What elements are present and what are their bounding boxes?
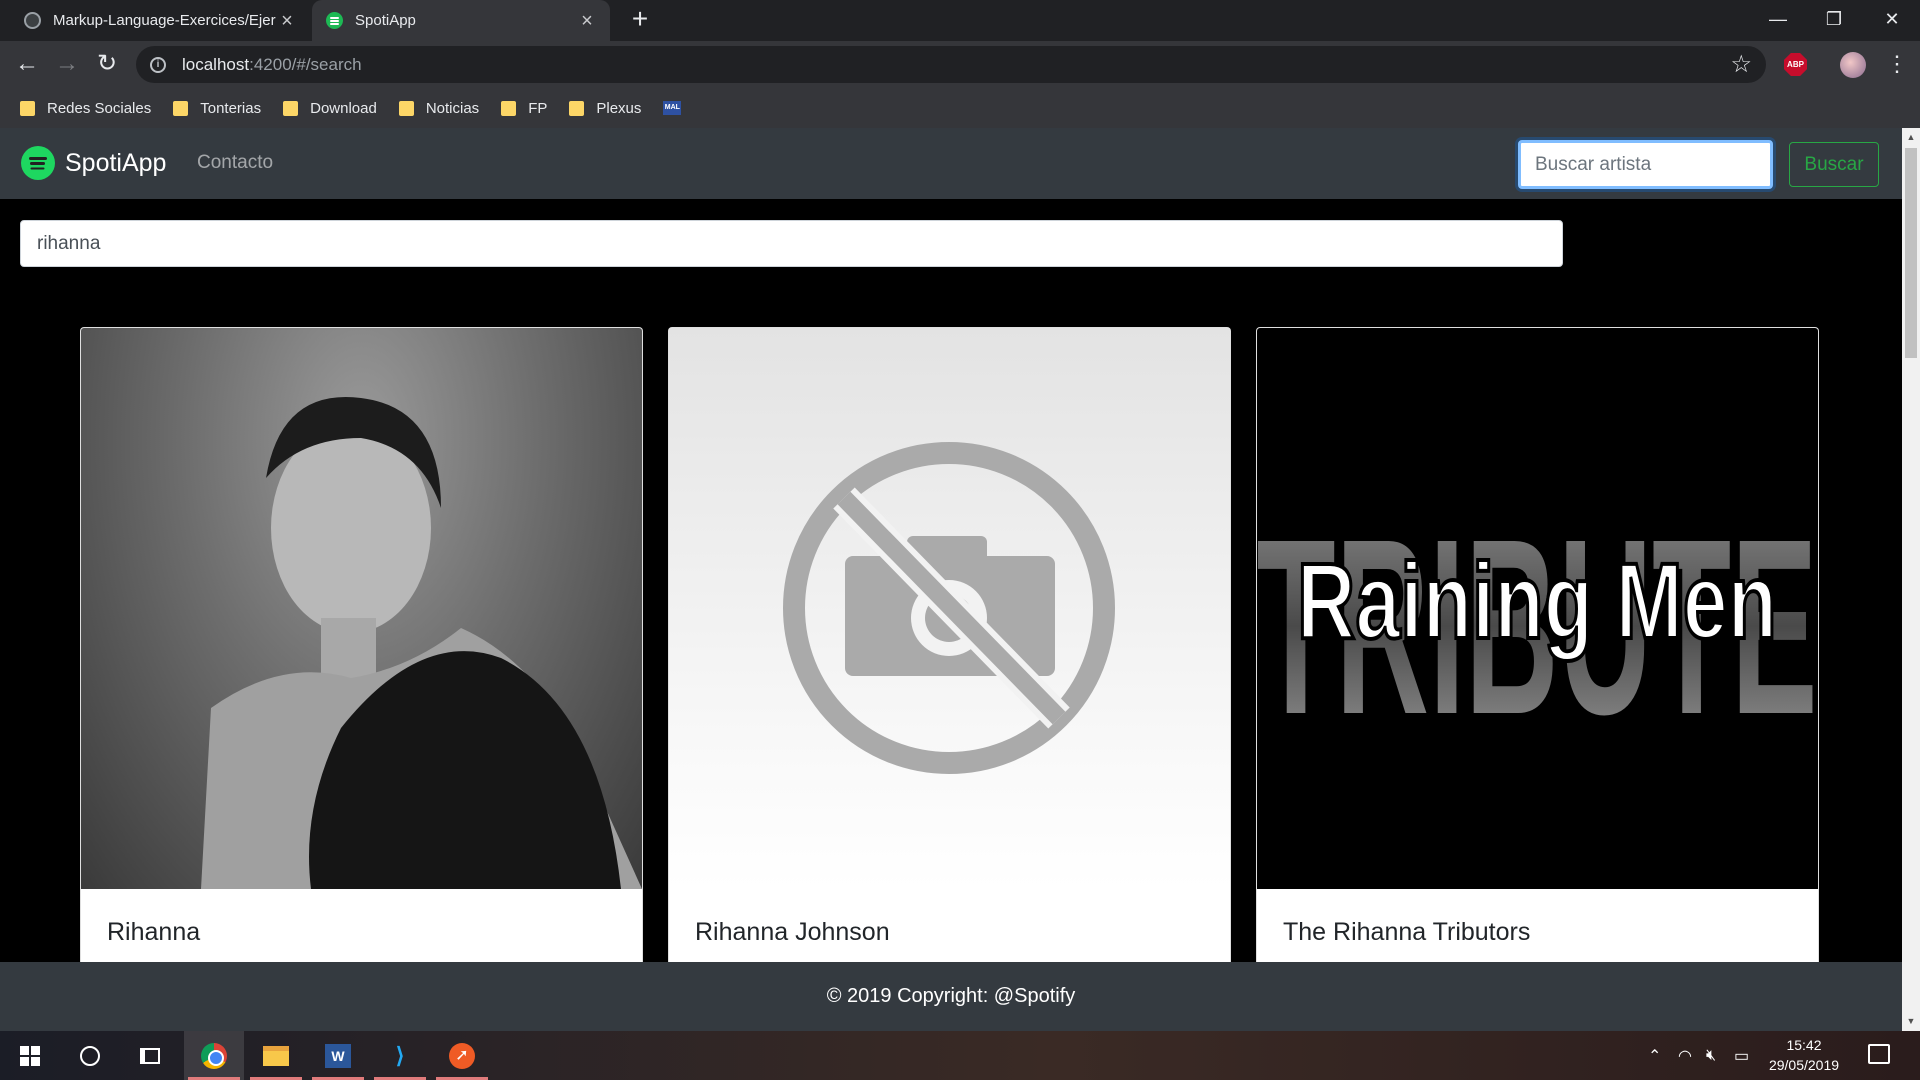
artist-image: TRIBUTE Raining Men	[1257, 328, 1818, 889]
bookmark-label: Noticias	[425, 99, 480, 117]
clock-date: 29/05/2019	[1768, 1057, 1840, 1073]
tab-strip: Markup-Language-Exercices/Ejer × SpotiAp…	[0, 0, 1920, 41]
browser-menu-icon[interactable]: ⋮	[1886, 51, 1908, 77]
close-icon[interactable]: ×	[278, 11, 296, 31]
taskbar-postman[interactable]: ➚	[432, 1031, 492, 1080]
bookmark-folder[interactable]: Tonterias	[173, 100, 261, 117]
navbar-search-input[interactable]	[1518, 140, 1773, 189]
artist-card[interactable]: TRIBUTE Raining Men The Rihanna Tributor…	[1256, 327, 1819, 977]
folder-icon	[569, 100, 585, 116]
brand-name: SpotiApp	[65, 148, 167, 177]
spotify-logo-icon	[21, 146, 55, 180]
cortana-button[interactable]	[60, 1031, 120, 1080]
scroll-down-icon[interactable]: ▼	[1906, 1016, 1916, 1026]
no-image-icon	[783, 442, 1115, 774]
mal-icon: MAL	[663, 101, 682, 115]
url-path: :4200/#/search	[249, 54, 362, 74]
artist-name: Rihanna	[107, 918, 201, 946]
back-button[interactable]: ←	[12, 50, 42, 80]
bookmark-label: Download	[310, 99, 377, 117]
bookmark-folder[interactable]: Noticias	[398, 99, 480, 117]
tab-github[interactable]: Markup-Language-Exercices/Ejer ×	[10, 0, 310, 41]
bookmark-label: Tonterias	[200, 99, 262, 117]
tab-title: SpotiApp	[355, 12, 416, 29]
artist-search-input[interactable]	[20, 220, 1563, 267]
bookmark-mal[interactable]: MAL	[663, 101, 682, 115]
spotify-icon	[326, 12, 343, 29]
folder-icon	[173, 100, 189, 116]
artist-card[interactable]: Rihanna	[80, 327, 643, 977]
forward-button[interactable]: →	[52, 50, 82, 80]
clock-time: 15:42	[1786, 1037, 1822, 1053]
postman-icon: ➚	[449, 1042, 475, 1069]
taskbar-file-explorer[interactable]	[246, 1031, 306, 1080]
artist-image	[669, 328, 1230, 889]
artist-card[interactable]: Rihanna Johnson	[668, 327, 1231, 977]
vscode-icon: ⟩	[395, 1042, 405, 1068]
info-icon[interactable]: i	[150, 56, 166, 73]
close-window-button[interactable]: ✕	[1864, 0, 1920, 41]
close-icon[interactable]: ×	[578, 11, 596, 31]
page-scrollbar[interactable]: ▲ ▼	[1902, 128, 1920, 1031]
windows-logo-icon	[20, 1045, 40, 1066]
url-host: localhost	[182, 54, 250, 74]
restore-button[interactable]: ❐	[1806, 0, 1862, 41]
taskbar-chrome[interactable]	[184, 1031, 244, 1080]
bookmarks-bar: Redes Sociales Tonterias Download Notici…	[0, 88, 1920, 128]
page-footer: © 2019 Copyright: @Spotify	[0, 962, 1902, 1031]
cortana-icon	[80, 1045, 100, 1066]
bookmark-label: Redes Sociales	[47, 99, 152, 117]
word-icon: W	[325, 1043, 351, 1068]
bookmark-folder[interactable]: FP	[501, 100, 547, 117]
artist-name: Rihanna Johnson	[695, 918, 890, 946]
new-tab-button[interactable]: +	[626, 5, 654, 34]
bookmark-label: FP	[528, 99, 548, 117]
bookmark-star-icon[interactable]: ☆	[1730, 50, 1752, 79]
scroll-up-icon[interactable]: ▲	[1906, 132, 1916, 142]
cover-title-text: Raining Men	[1297, 540, 1777, 661]
task-view-icon	[140, 1047, 160, 1064]
windows-taskbar: W ⟩ ➚ ⌃ ◠ 🔇︎ ▭ 15:42 29/05/2019	[0, 1031, 1920, 1080]
folder-icon	[501, 100, 517, 116]
folder-icon	[398, 100, 414, 116]
tab-spotiapp[interactable]: SpotiApp ×	[312, 0, 610, 41]
battery-icon[interactable]: ▭	[1734, 1031, 1749, 1080]
nav-link-contacto[interactable]: Contacto	[197, 152, 273, 174]
artist-image	[81, 328, 642, 889]
wifi-icon[interactable]: ◠	[1678, 1031, 1692, 1080]
taskbar-word[interactable]: W	[308, 1031, 368, 1080]
taskbar-vscode[interactable]: ⟩	[370, 1031, 430, 1080]
bookmark-folder[interactable]: Download	[283, 100, 377, 117]
minimize-button[interactable]: —	[1750, 0, 1806, 41]
page-viewport: SpotiApp Contacto Buscar Rihanna	[0, 128, 1902, 1031]
system-clock[interactable]: 15:42 29/05/2019	[1756, 1035, 1852, 1075]
bookmark-folder[interactable]: Redes Sociales	[20, 100, 151, 117]
artist-name: The Rihanna Tributors	[1283, 918, 1531, 946]
address-bar[interactable]: i localhost :4200/#/search ☆	[136, 46, 1766, 83]
action-center-icon[interactable]	[1868, 1044, 1890, 1064]
profile-avatar[interactable]	[1840, 52, 1866, 78]
start-button[interactable]	[0, 1031, 60, 1080]
bookmark-label: Plexus	[596, 99, 642, 117]
bookmark-folder[interactable]: Plexus	[569, 100, 641, 117]
footer-copyright: © 2019 Copyright: @Spotify	[826, 985, 1076, 1007]
show-hidden-icons[interactable]: ⌃	[1648, 1031, 1661, 1080]
artist-photo	[201, 397, 642, 889]
adblock-icon[interactable]: ABP	[1784, 53, 1807, 76]
tab-title: Markup-Language-Exercices/Ejer	[53, 12, 276, 29]
tribute-cover: TRIBUTE Raining Men	[1257, 487, 1818, 766]
folder-icon	[283, 100, 299, 116]
brand-link[interactable]: SpotiApp	[21, 146, 166, 180]
github-icon	[24, 12, 41, 29]
app-navbar: SpotiApp Contacto Buscar	[0, 128, 1902, 199]
chrome-icon	[201, 1042, 227, 1069]
file-explorer-icon	[263, 1045, 289, 1066]
scroll-thumb[interactable]	[1905, 148, 1917, 358]
reload-button[interactable]: ↻	[92, 50, 122, 80]
navbar-search-button[interactable]: Buscar	[1789, 142, 1879, 187]
volume-muted-icon[interactable]: 🔇︎	[1706, 1031, 1716, 1080]
folder-icon	[20, 100, 35, 116]
browser-toolbar: ← → ↻ i localhost :4200/#/search ☆ ABP ⋮	[0, 41, 1920, 88]
task-view-button[interactable]	[120, 1031, 180, 1080]
